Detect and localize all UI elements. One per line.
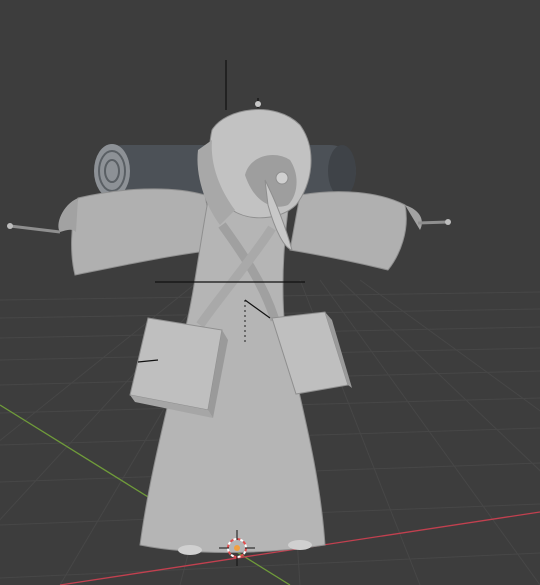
origin-dot bbox=[234, 545, 240, 551]
3d-viewport[interactable] bbox=[0, 0, 540, 585]
satchel-left[interactable] bbox=[129, 317, 228, 418]
bone-tip-head[interactable] bbox=[255, 101, 261, 107]
viewport-canvas[interactable] bbox=[0, 0, 540, 585]
